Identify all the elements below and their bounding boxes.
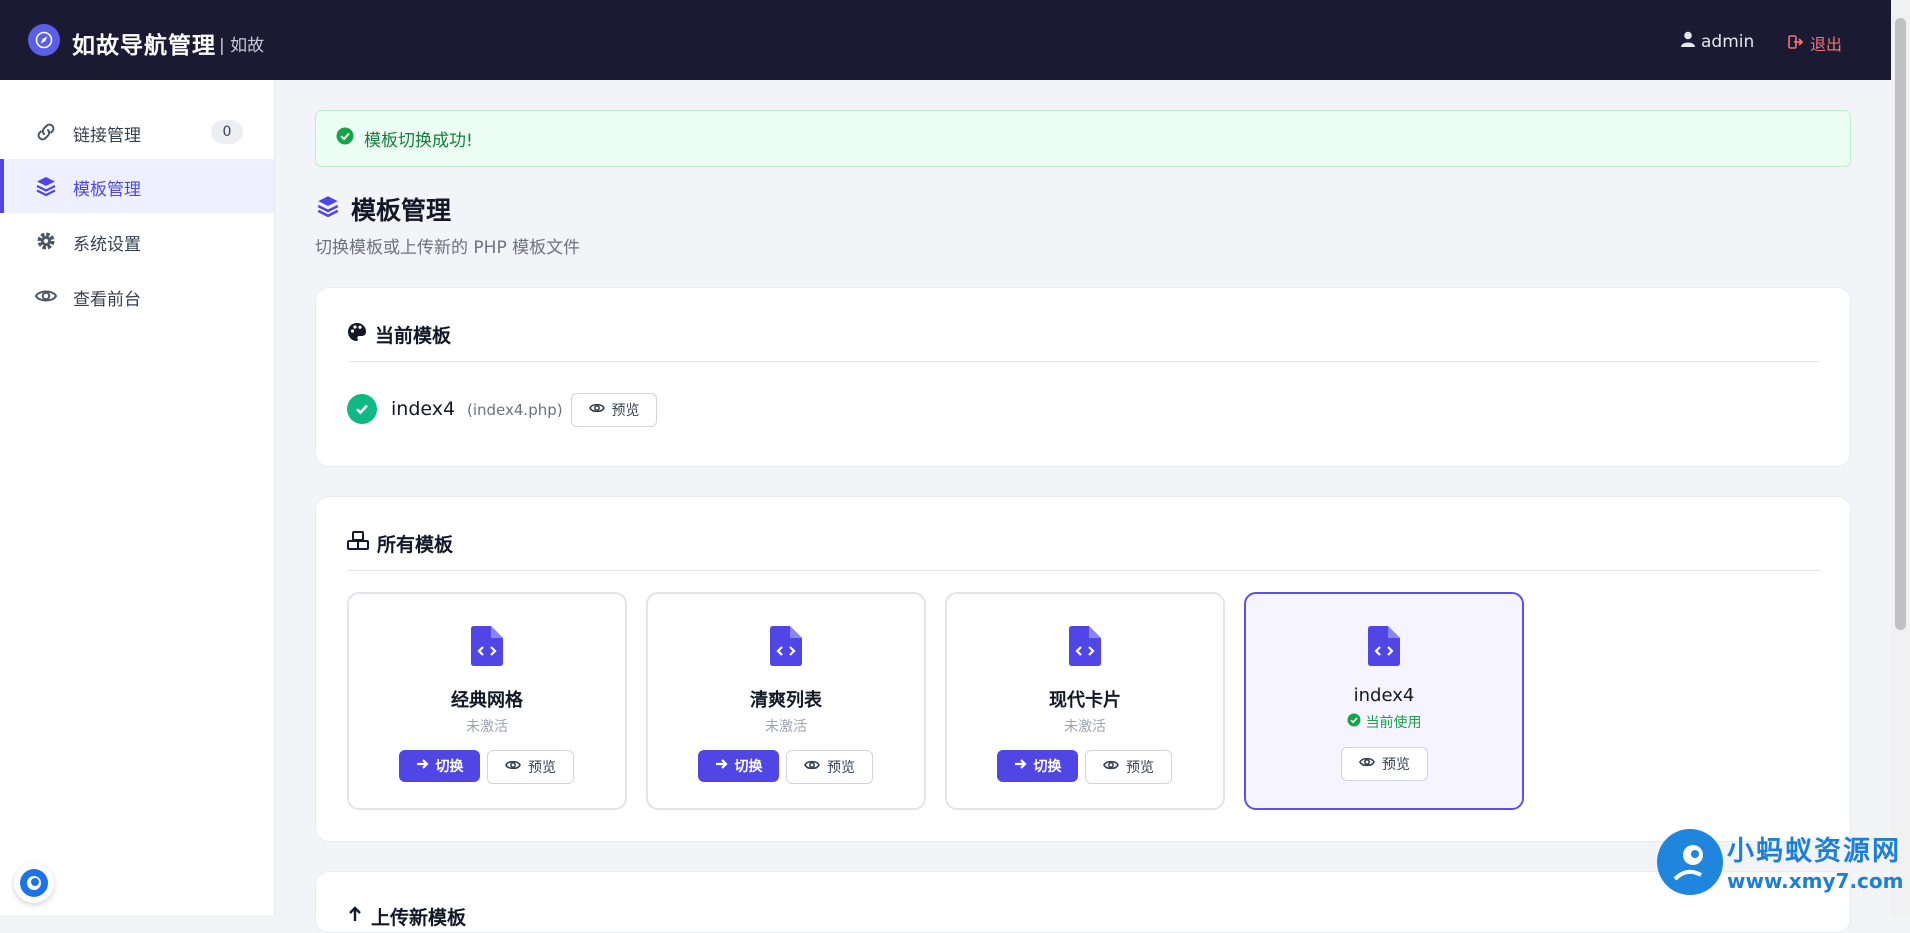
count-badge: 0 <box>211 120 243 144</box>
preview-button[interactable]: 预览 <box>571 393 657 427</box>
logout-label: 退出 <box>1810 35 1843 54</box>
preview-label: 预览 <box>528 760 556 776</box>
file-code-icon <box>1368 626 1400 666</box>
sidebar-item-label: 查看前台 <box>73 290 141 310</box>
top-header: 如故导航管理 | 如故 admin 退出 <box>0 0 1891 80</box>
ant-logo-icon <box>1657 829 1723 895</box>
app-subtitle: | 如故 <box>219 36 265 56</box>
switch-label: 切换 <box>734 759 763 775</box>
preview-button[interactable]: 预览 <box>487 750 574 784</box>
template-name: 经典网格 <box>451 690 523 711</box>
preview-button[interactable]: 预览 <box>1085 750 1172 784</box>
template-status: 未激活 <box>466 719 508 735</box>
alert-text: 模板切换成功! <box>364 131 473 151</box>
sidebar-item-label: 链接管理 <box>73 126 141 146</box>
watermark-url: www.xmy7.com <box>1727 869 1904 893</box>
current-template-file: (index4.php) <box>467 401 563 419</box>
success-alert: 模板切换成功! <box>315 110 1851 167</box>
eye-icon <box>34 284 58 308</box>
logout-link[interactable]: 退出 <box>1788 31 1842 55</box>
switch-button[interactable]: 切换 <box>698 750 779 782</box>
current-template-name: index4 <box>391 398 456 420</box>
all-templates-card: 所有模板 经典网格 未激活 切换 预览 清爽列表 未激活 切换 预览 现代卡片 <box>315 496 1851 842</box>
switch-label: 切换 <box>435 759 464 775</box>
divider <box>347 361 1821 362</box>
file-code-icon <box>770 626 802 666</box>
sidebar-item-links[interactable]: 链接管理 0 <box>0 105 274 159</box>
username: admin <box>1701 31 1755 52</box>
chat-float-button[interactable] <box>14 863 54 903</box>
card-title: 所有模板 <box>347 530 453 557</box>
preview-label: 预览 <box>611 403 640 419</box>
preview-button[interactable]: 预览 <box>1341 747 1428 781</box>
watermark-name: 小蚂蚁资源网 <box>1727 836 1901 867</box>
template-status-text: 当前使用 <box>1365 715 1422 731</box>
link-icon <box>34 120 58 144</box>
check-circle-icon <box>336 127 354 150</box>
switch-button[interactable]: 切换 <box>399 750 480 782</box>
check-circle-icon <box>347 394 377 424</box>
card-title-text: 上传新模板 <box>371 907 467 929</box>
compass-icon <box>28 24 60 56</box>
file-code-icon <box>1069 626 1101 666</box>
page-title-text: 模板管理 <box>351 196 452 225</box>
user-icon <box>1681 31 1695 52</box>
eye-icon <box>1359 756 1375 772</box>
card-title: 上传新模板 <box>347 903 466 930</box>
switch-label: 切换 <box>1033 759 1062 775</box>
preview-label: 预览 <box>827 760 855 776</box>
template-status: 当前使用 <box>1246 712 1522 732</box>
sidebar-item-templates[interactable]: 模板管理 <box>0 159 274 213</box>
cubes-icon <box>347 531 369 556</box>
logout-icon <box>1788 34 1804 53</box>
chat-bubble-icon <box>20 869 48 897</box>
template-status: 未激活 <box>765 719 807 735</box>
layers-icon <box>315 193 341 225</box>
divider <box>347 570 1821 571</box>
sidebar-item-label: 系统设置 <box>73 235 141 255</box>
template-status: 未激活 <box>1064 719 1106 735</box>
preview-label: 预览 <box>1126 760 1154 776</box>
template-card-active[interactable]: index4 当前使用 预览 <box>1244 592 1524 810</box>
card-title: 当前模板 <box>347 321 451 348</box>
eye-icon <box>505 759 521 775</box>
file-code-icon <box>471 626 503 666</box>
eye-icon <box>804 759 820 775</box>
sidebar: 链接管理 0 模板管理 系统设置 查看前台 <box>0 80 275 915</box>
template-card[interactable]: 清爽列表 未激活 切换 预览 <box>646 592 926 810</box>
page-subtitle: 切换模板或上传新的 PHP 模板文件 <box>315 238 581 258</box>
sidebar-item-settings[interactable]: 系统设置 <box>0 214 274 268</box>
gear-icon <box>34 229 58 253</box>
switch-button[interactable]: 切换 <box>997 750 1078 782</box>
palette-icon <box>347 322 367 347</box>
watermark: 小蚂蚁资源网 www.xmy7.com <box>1655 825 1905 915</box>
preview-button[interactable]: 预览 <box>786 750 873 784</box>
eye-icon <box>588 402 605 418</box>
sidebar-item-view-site[interactable]: 查看前台 <box>0 269 274 323</box>
upload-template-card: 上传新模板 <box>315 871 1851 933</box>
template-name: index4 <box>1353 685 1415 706</box>
template-card[interactable]: 经典网格 未激活 切换 预览 <box>347 592 627 810</box>
template-card[interactable]: 现代卡片 未激活 切换 预览 <box>945 592 1225 810</box>
current-template-card: 当前模板 index4 (index4.php) 预览 <box>315 287 1851 467</box>
template-name: 清爽列表 <box>750 690 822 711</box>
arrow-right-icon <box>416 758 429 774</box>
user-menu[interactable]: admin <box>1681 31 1754 52</box>
check-circle-icon <box>1347 713 1361 731</box>
app-title: 如故导航管理 <box>72 33 216 59</box>
sidebar-item-label: 模板管理 <box>73 180 141 200</box>
card-title-text: 当前模板 <box>375 325 452 347</box>
page-scrollbar[interactable] <box>1891 0 1910 915</box>
arrow-right-icon <box>715 758 728 774</box>
eye-icon <box>1103 759 1119 775</box>
layers-icon <box>34 174 58 198</box>
preview-label: 预览 <box>1382 757 1410 773</box>
card-title-text: 所有模板 <box>377 534 454 556</box>
scrollbar-thumb[interactable] <box>1895 18 1906 630</box>
template-name: 现代卡片 <box>1049 690 1121 711</box>
arrow-right-icon <box>1014 758 1027 774</box>
page-title: 模板管理 <box>315 191 451 227</box>
upload-icon <box>347 905 363 928</box>
